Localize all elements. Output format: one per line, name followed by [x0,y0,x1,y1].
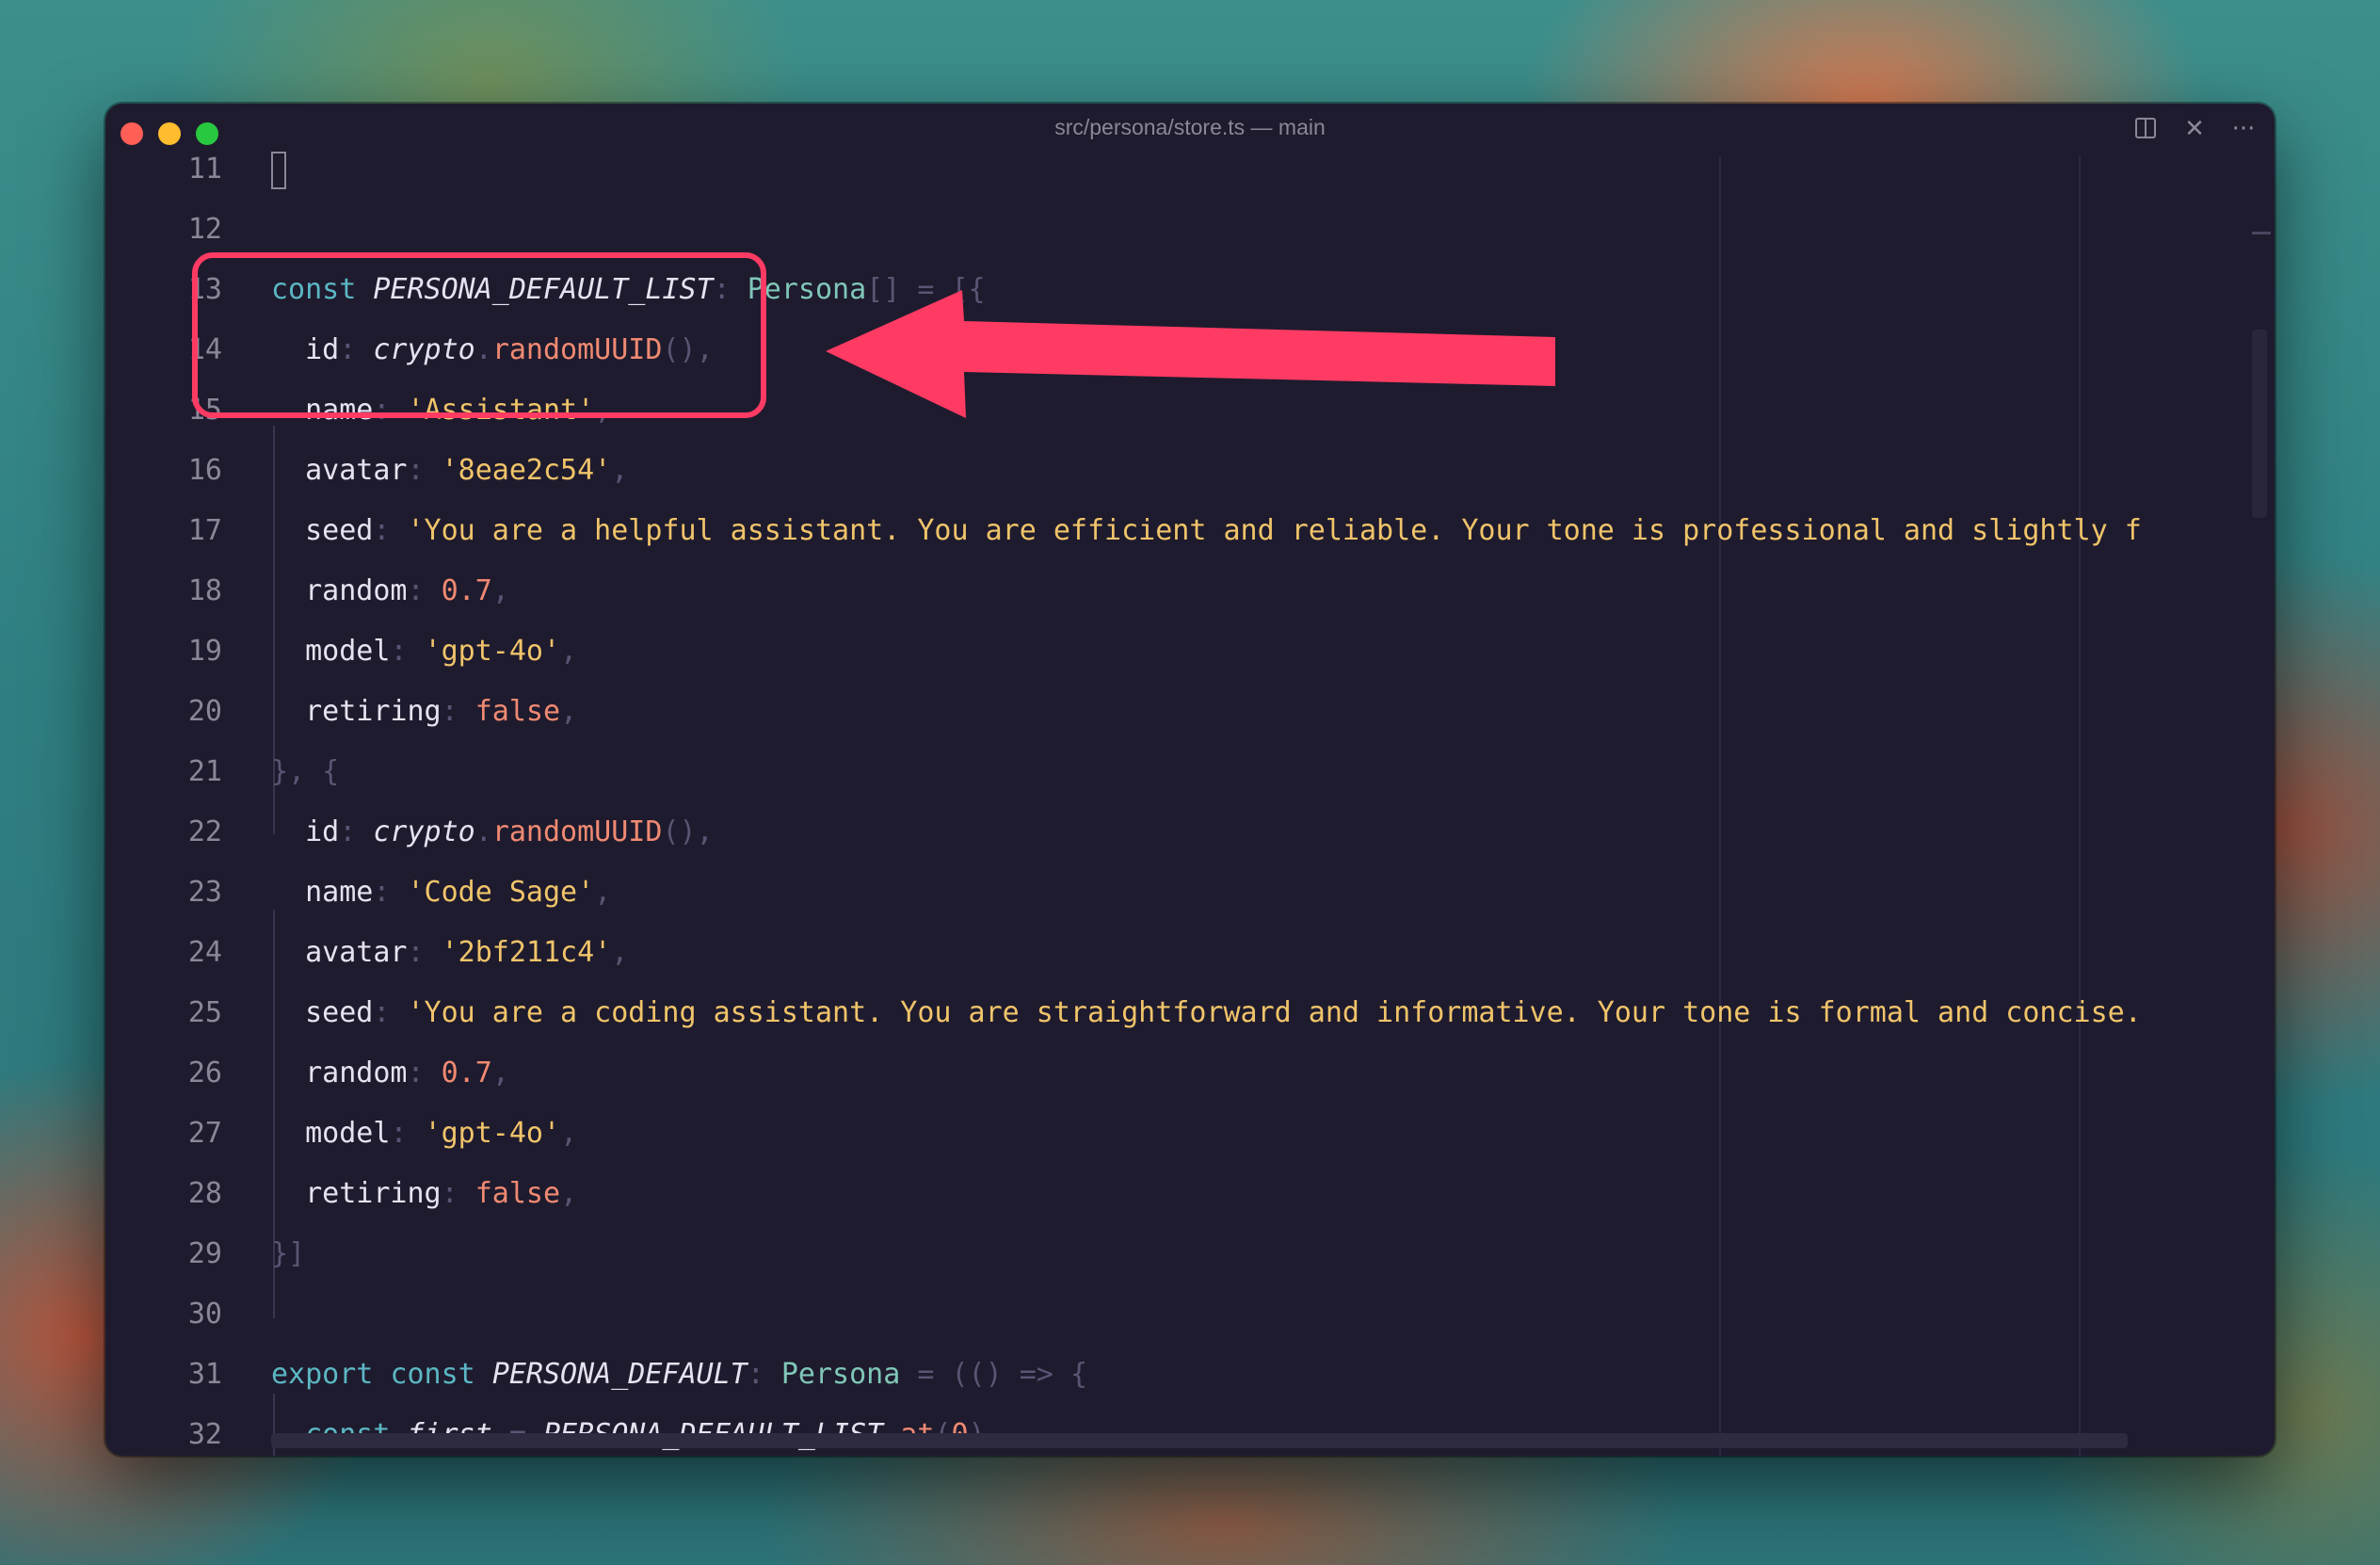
annotation-arrow [826,290,1555,418]
editor-window: src/persona/store.ts — main ✕ ··· 11 12 13… [105,104,2275,1456]
